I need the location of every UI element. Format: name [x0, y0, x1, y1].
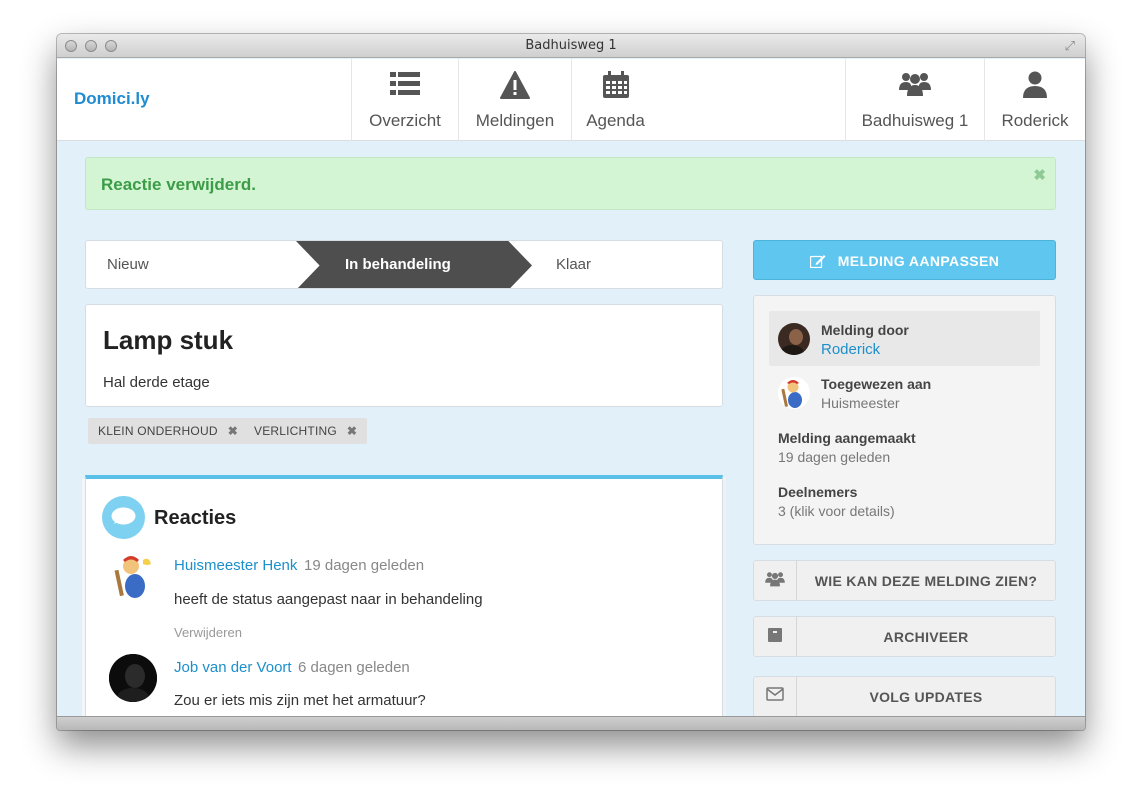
nav-label: Overzicht	[369, 111, 441, 130]
tag-verlichting: VERLICHTING ✖	[244, 418, 368, 444]
top-navigation: Domici.ly Overzicht Meldingen Agenda Bad…	[57, 59, 1085, 141]
created-label: Melding aangemaakt	[778, 430, 916, 446]
reported-by-link[interactable]: Roderick	[821, 341, 880, 358]
step-in-behandeling[interactable]: In behandeling	[345, 256, 451, 273]
visibility-label: WIE KAN DEZE MELDING ZIEN?	[814, 573, 1038, 589]
step-klaar[interactable]: Klaar	[556, 256, 591, 273]
group-icon	[899, 73, 931, 96]
nav-item-badhuisweg[interactable]: Badhuisweg 1	[845, 59, 984, 141]
calendar-icon	[602, 71, 629, 98]
alert-message: Reactie verwijderd.	[101, 175, 256, 194]
success-alert: Reactie verwijderd. ✖	[85, 157, 1056, 210]
app-window: Badhuisweg 1 ⤢ Domici.ly Overzicht Meldi…	[57, 34, 1085, 730]
edit-icon	[809, 255, 826, 269]
edit-melding-button[interactable]: MELDING AANPASSEN	[753, 240, 1056, 280]
delete-comment-link[interactable]: Verwijderen	[174, 625, 242, 640]
assigned-value: Huismeester	[821, 395, 900, 411]
tag-klein-onderhoud: KLEIN ONDERHOUD ✖	[88, 418, 248, 444]
reactions-panel: Reacties Huismeester Henk 19 dagen geled…	[85, 475, 723, 730]
archive-button[interactable]: ARCHIVEER	[753, 616, 1056, 657]
comment-author[interactable]: Huismeester Henk	[174, 557, 297, 574]
close-icon[interactable]: ✖	[1033, 166, 1046, 184]
main-content: Reactie verwijderd. ✖ Nieuw In behandeli…	[57, 142, 1085, 730]
archive-label: ARCHIVEER	[883, 629, 969, 645]
melding-card: Lamp stuk Hal derde etage	[85, 304, 723, 407]
nav-label: Roderick	[1001, 111, 1069, 130]
melding-title: Lamp stuk	[103, 325, 234, 355]
nav-label: Badhuisweg 1	[861, 111, 969, 130]
window-title: Badhuisweg 1	[525, 38, 617, 53]
fullscreen-icon[interactable]: ⤢	[1065, 38, 1075, 54]
visibility-button[interactable]: WIE KAN DEZE MELDING ZIEN?	[753, 560, 1056, 601]
user-icon	[1023, 71, 1047, 98]
warning-icon	[500, 71, 530, 99]
follow-updates-button[interactable]: VOLG UPDATES	[753, 676, 1056, 717]
remove-tag-icon[interactable]: ✖	[228, 424, 238, 438]
avatar-huismeester[interactable]	[109, 552, 157, 600]
follow-updates-label: VOLG UPDATES	[869, 689, 983, 705]
archive-icon	[768, 628, 782, 642]
status-steps: Nieuw In behandeling Klaar	[85, 240, 723, 289]
comment-body: heeft de status aangepast naar in behand…	[174, 591, 483, 608]
nav-item-agenda[interactable]: Agenda	[571, 59, 659, 141]
window-bottom-bar	[57, 716, 1085, 730]
reactions-title: Reacties	[154, 507, 237, 529]
comment-time: 19 dagen geleden	[304, 557, 425, 574]
group-icon	[765, 572, 785, 587]
melding-info-panel: Melding door Roderick Toegewezen aan Hui…	[753, 295, 1056, 545]
avatar-job[interactable]	[109, 654, 157, 702]
comment-time: 6 dagen geleden	[298, 659, 410, 676]
created-value: 19 dagen geleden	[778, 449, 891, 465]
comment-body: Zou er iets mis zijn met het armatuur?	[174, 692, 426, 709]
list-icon	[390, 72, 420, 95]
participants-label: Deelnemers	[778, 484, 858, 500]
remove-tag-icon[interactable]: ✖	[347, 424, 357, 438]
reported-by-label: Melding door	[821, 322, 909, 338]
title-bar: Badhuisweg 1 ⤢	[57, 34, 1085, 58]
avatar-roderick[interactable]	[778, 323, 810, 355]
nav-label: Meldingen	[475, 111, 555, 130]
tag-label: KLEIN ONDERHOUD	[98, 424, 218, 438]
nav-item-overzicht[interactable]: Overzicht	[351, 59, 458, 141]
envelope-icon	[766, 687, 784, 701]
comment-author[interactable]: Job van der Voort	[174, 659, 292, 676]
edit-melding-label: MELDING AANPASSEN	[837, 253, 1000, 269]
nav-item-meldingen[interactable]: Meldingen	[458, 59, 571, 141]
nav-item-roderick[interactable]: Roderick	[984, 59, 1085, 141]
step-nieuw[interactable]: Nieuw	[107, 256, 149, 273]
avatar-huismeester-small[interactable]	[778, 377, 810, 409]
chat-bubble-icon	[102, 496, 145, 539]
nav-label: Agenda	[586, 111, 645, 130]
assigned-label: Toegewezen aan	[821, 376, 932, 392]
brand-logo[interactable]: Domici.ly	[74, 89, 150, 109]
participants-value[interactable]: 3 (klik voor details)	[778, 503, 895, 519]
melding-location: Hal derde etage	[103, 374, 210, 391]
tag-label: VERLICHTING	[254, 424, 337, 438]
